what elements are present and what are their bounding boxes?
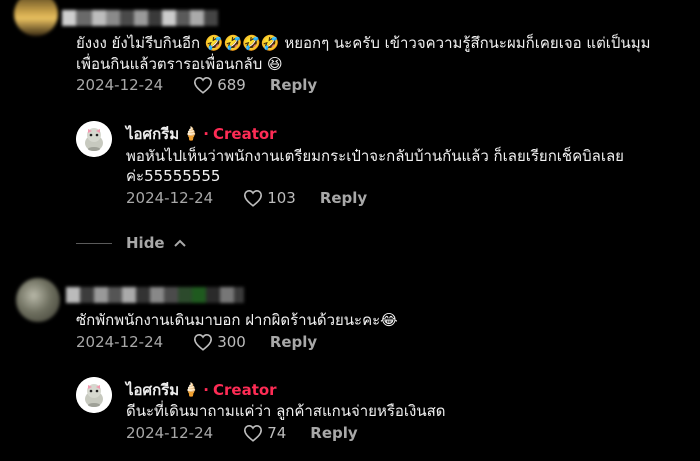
like-button[interactable]: 300 — [193, 333, 246, 351]
reply-like-button[interactable]: 74 — [243, 424, 286, 442]
creator-badge: Creator — [213, 381, 277, 399]
reply-like-count: 74 — [267, 424, 287, 442]
reply-author-name[interactable]: ไอศกรีม — [126, 378, 179, 402]
separator-dot: · — [203, 381, 209, 399]
heart-icon — [194, 333, 213, 351]
ice-cream-icon: 🍦 — [183, 382, 200, 398]
reply-author-row: ไอศกรีม 🍦 · Creator — [126, 378, 277, 402]
reply-text-line-1: ดีนะที่เดินมาถามแค่ว่า ลูกค้าสแกนจ่ายหรื… — [126, 402, 446, 420]
reply-date: 2024-12-24 — [126, 424, 214, 442]
avatar[interactable] — [16, 278, 60, 322]
like-count: 300 — [217, 333, 246, 351]
comment-date: 2024-12-24 — [76, 333, 164, 351]
comment-text-line-1: ซักพักพนักงานเดินมาบอก ฝากผิดร้านด้วยนะค… — [76, 311, 398, 329]
heart-icon — [244, 424, 263, 442]
comment-2: ซักพักพนักงานเดินมาบอก ฝากผิดร้านด้วยนะค… — [0, 0, 700, 461]
reply-reply-button[interactable]: Reply — [310, 424, 357, 442]
reply-meta: 2024-12-24 74 Reply — [126, 424, 358, 442]
comment-meta: 2024-12-24 300 Reply — [76, 333, 317, 351]
creator-avatar[interactable] — [76, 377, 112, 413]
username-blurred[interactable] — [66, 287, 244, 303]
reply-button[interactable]: Reply — [270, 333, 317, 351]
